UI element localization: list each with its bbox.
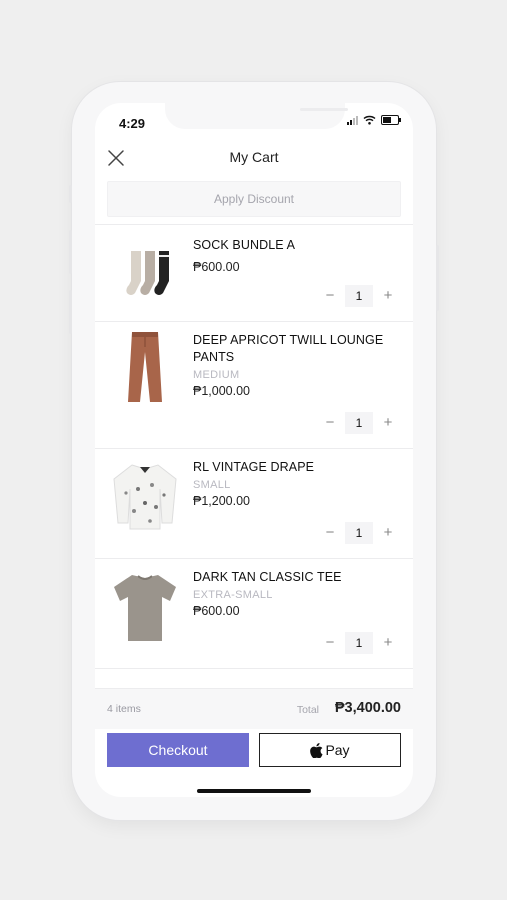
speaker bbox=[300, 108, 348, 111]
quantity-stepper: − 1 + bbox=[319, 285, 399, 307]
decrease-qty-button[interactable]: − bbox=[319, 522, 341, 544]
product-image bbox=[107, 457, 183, 537]
tee-image bbox=[114, 575, 176, 641]
decrease-qty-button[interactable]: − bbox=[319, 412, 341, 434]
cart-summary: 4 items Total ₱3,400.00 bbox=[95, 688, 413, 729]
status-time: 4:29 bbox=[119, 116, 146, 131]
product-price: ₱1,200.00 bbox=[193, 494, 250, 508]
apple-pay-button[interactable]: Pay bbox=[259, 733, 401, 767]
pants-image bbox=[128, 332, 162, 402]
side-button bbox=[436, 245, 439, 311]
cart-item: DARK TAN CLASSIC TEE EXTRA-SMALL ₱600.00… bbox=[95, 558, 413, 668]
decrease-qty-button[interactable]: − bbox=[319, 285, 341, 307]
product-variant: SMALL bbox=[193, 479, 231, 491]
checkout-button[interactable]: Checkout bbox=[107, 733, 249, 767]
product-image bbox=[107, 567, 183, 647]
increase-qty-button[interactable]: + bbox=[377, 285, 399, 307]
total-label: Total bbox=[296, 704, 319, 716]
qty-value[interactable]: 1 bbox=[345, 632, 373, 654]
apply-discount-button[interactable]: Apply Discount bbox=[107, 181, 401, 217]
side-button bbox=[69, 185, 72, 203]
header: My Cart bbox=[95, 143, 413, 171]
side-button bbox=[69, 290, 72, 334]
shirt-image bbox=[113, 464, 177, 530]
item-count: 4 items bbox=[107, 703, 141, 715]
decrease-qty-button[interactable]: − bbox=[319, 632, 341, 654]
socks-image bbox=[126, 251, 169, 295]
signal-icon bbox=[347, 115, 358, 125]
cart-item: SOCK BUNDLE A ₱600.00 − 1 + bbox=[95, 224, 413, 321]
battery-icon bbox=[381, 115, 401, 125]
product-price: ₱600.00 bbox=[193, 604, 240, 618]
product-variant: EXTRA-SMALL bbox=[193, 589, 273, 601]
product-variant: MEDIUM bbox=[193, 369, 240, 381]
quantity-stepper: − 1 + bbox=[319, 632, 399, 654]
increase-qty-button[interactable]: + bbox=[377, 632, 399, 654]
total-value: ₱3,400.00 bbox=[334, 700, 401, 716]
product-name[interactable]: SOCK BUNDLE A bbox=[193, 237, 399, 254]
page-title: My Cart bbox=[229, 149, 279, 165]
list-divider bbox=[95, 668, 413, 670]
quantity-stepper: − 1 + bbox=[319, 522, 399, 544]
home-indicator bbox=[197, 789, 311, 793]
increase-qty-button[interactable]: + bbox=[377, 522, 399, 544]
product-image bbox=[107, 233, 183, 313]
quantity-stepper: − 1 + bbox=[319, 412, 399, 434]
status-icons bbox=[347, 115, 401, 125]
qty-value[interactable]: 1 bbox=[345, 412, 373, 434]
product-price: ₱600.00 bbox=[193, 260, 240, 274]
product-name[interactable]: DARK TAN CLASSIC TEE bbox=[193, 569, 399, 586]
product-price: ₱1,000.00 bbox=[193, 384, 250, 398]
cart-item: RL VINTAGE DRAPE SMALL ₱1,200.00 − 1 + bbox=[95, 448, 413, 558]
product-name[interactable]: RL VINTAGE DRAPE bbox=[193, 459, 399, 476]
cart-item: DEEP APRICOT TWILL LOUNGE PANTS MEDIUM ₱… bbox=[95, 321, 413, 448]
side-button bbox=[69, 230, 72, 274]
product-image bbox=[107, 328, 183, 408]
wifi-icon bbox=[363, 115, 376, 125]
cart-items: SOCK BUNDLE A ₱600.00 − 1 + DEEP APRICOT… bbox=[95, 224, 413, 670]
apple-pay-label: Pay bbox=[325, 742, 350, 758]
increase-qty-button[interactable]: + bbox=[377, 412, 399, 434]
qty-value[interactable]: 1 bbox=[345, 285, 373, 307]
qty-value[interactable]: 1 bbox=[345, 522, 373, 544]
apple-icon bbox=[310, 742, 323, 758]
notch bbox=[165, 103, 348, 129]
product-name[interactable]: DEEP APRICOT TWILL LOUNGE PANTS bbox=[193, 332, 399, 366]
app-screen: 4:29 My Cart Apply Discount SOCK BUNDLE … bbox=[95, 103, 413, 797]
